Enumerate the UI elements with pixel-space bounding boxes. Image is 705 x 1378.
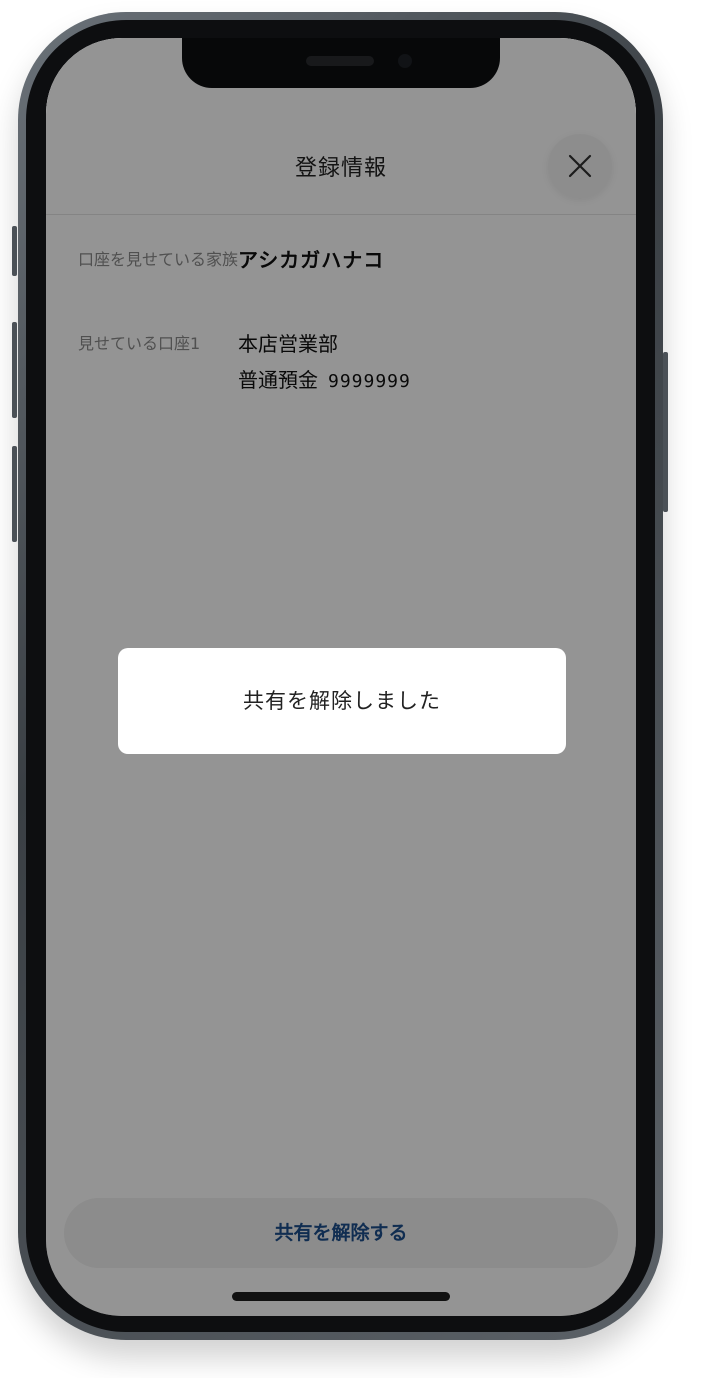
volume-up-button	[12, 322, 17, 418]
power-button	[663, 352, 668, 512]
home-indicator[interactable]	[232, 1292, 450, 1301]
mute-switch	[12, 226, 17, 276]
phone-screen: 登録情報 口座を見せている家族 アシカガハナコ 見せている口座1 本店営業部 普…	[46, 38, 636, 1316]
toast-message: 共有を解除しました	[118, 648, 566, 754]
volume-down-button	[12, 446, 17, 542]
